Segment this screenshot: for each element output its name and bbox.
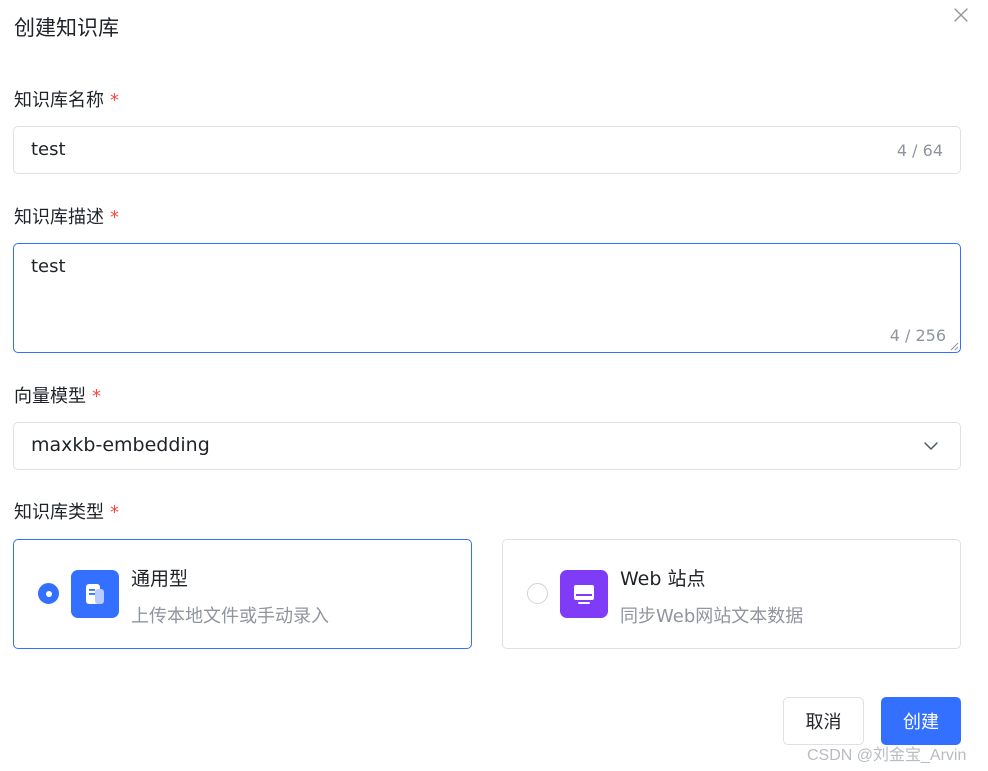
model-field-label: 向量模型 * bbox=[14, 382, 101, 408]
create-button[interactable]: 创建 bbox=[881, 697, 961, 745]
radio-button-web[interactable] bbox=[527, 583, 548, 604]
type-option-web-desc: 同步Web网站文本数据 bbox=[620, 606, 804, 627]
chevron-down-icon bbox=[924, 442, 938, 450]
close-icon bbox=[954, 8, 968, 22]
create-knowledge-base-dialog: 创建知识库 知识库名称 * test 4 / 64 知识库描述 * test 4 /… bbox=[0, 0, 988, 771]
type-option-general-desc: 上传本地文件或手动录入 bbox=[131, 606, 329, 627]
name-input[interactable]: test 4 / 64 bbox=[13, 126, 961, 174]
monitor-icon bbox=[560, 570, 608, 618]
required-mark: * bbox=[110, 90, 119, 111]
required-mark: * bbox=[92, 386, 101, 407]
type-option-general[interactable]: 通用型 上传本地文件或手动录入 bbox=[13, 539, 472, 649]
dialog-title: 创建知识库 bbox=[14, 16, 119, 40]
cancel-button[interactable]: 取消 bbox=[783, 697, 864, 745]
name-input-value: test bbox=[31, 139, 66, 160]
required-mark: * bbox=[110, 207, 119, 228]
resize-handle-icon[interactable] bbox=[949, 341, 959, 351]
type-option-web-title: Web 站点 bbox=[620, 568, 706, 590]
radio-button-general[interactable] bbox=[38, 583, 59, 604]
required-mark: * bbox=[110, 502, 119, 523]
name-field-label: 知识库名称 * bbox=[14, 86, 119, 112]
description-textarea-value: test bbox=[31, 256, 66, 277]
name-char-count: 4 / 64 bbox=[896, 141, 943, 160]
type-option-general-title: 通用型 bbox=[131, 568, 189, 590]
type-option-web[interactable]: Web 站点 同步Web网站文本数据 bbox=[502, 539, 961, 649]
description-field-label: 知识库描述 * bbox=[14, 203, 119, 229]
close-button[interactable] bbox=[950, 4, 972, 26]
type-field-label: 知识库类型 * bbox=[14, 498, 119, 524]
document-icon bbox=[71, 570, 119, 618]
description-char-count: 4 / 256 bbox=[889, 326, 946, 345]
watermark: CSDN @刘金宝_Arvin bbox=[807, 747, 967, 764]
type-label-text: 知识库类型 bbox=[14, 502, 104, 523]
model-label-text: 向量模型 bbox=[14, 386, 86, 407]
description-textarea[interactable]: test 4 / 256 bbox=[13, 243, 961, 353]
description-label-text: 知识库描述 bbox=[14, 207, 104, 228]
model-select[interactable]: maxkb-embedding bbox=[13, 422, 961, 470]
model-select-value: maxkb-embedding bbox=[31, 434, 210, 456]
name-label-text: 知识库名称 bbox=[14, 90, 104, 111]
